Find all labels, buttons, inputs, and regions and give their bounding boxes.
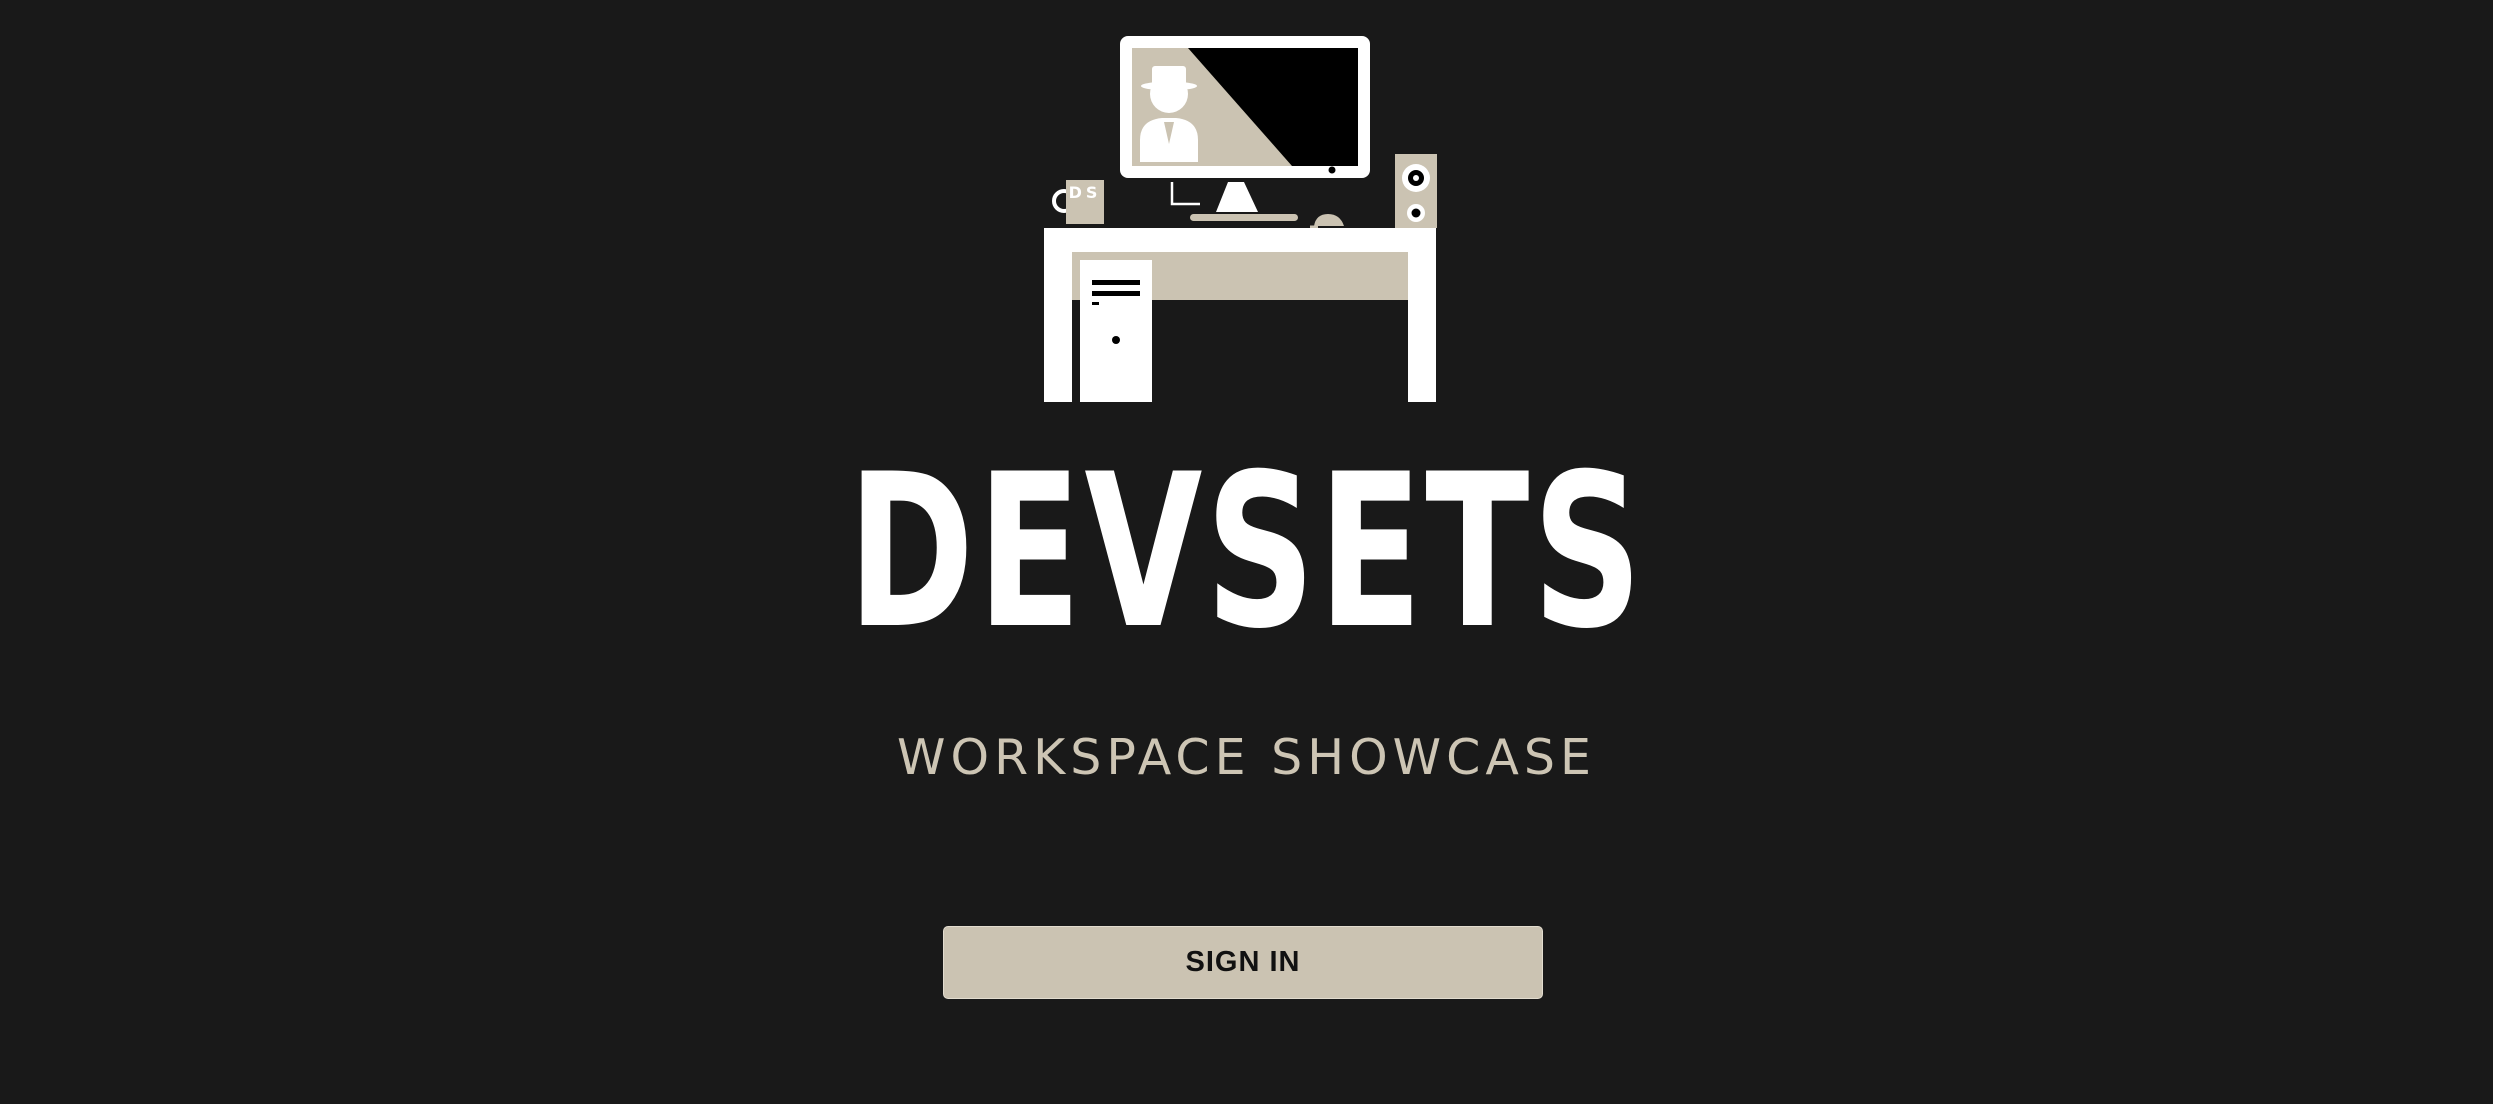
mug-label: DS xyxy=(1069,183,1102,202)
brand-title: DEVSETS xyxy=(847,428,1646,675)
brand-subtitle: WORKSPACE SHOWCASE xyxy=(897,729,1596,786)
mug-icon: DS xyxy=(1052,180,1104,224)
sign-in-button[interactable]: SIGN IN xyxy=(943,926,1543,999)
pc-tower-icon xyxy=(1080,260,1152,402)
landing-page: DS DEVSETS WORKSPACE SHOWCASE SIGN IN xyxy=(0,0,2493,1104)
monitor-icon xyxy=(1120,36,1370,221)
speaker-icon xyxy=(1395,154,1437,228)
mouse-icon xyxy=(1310,214,1344,229)
desk-workstation-logo-icon: DS xyxy=(1044,36,1437,402)
